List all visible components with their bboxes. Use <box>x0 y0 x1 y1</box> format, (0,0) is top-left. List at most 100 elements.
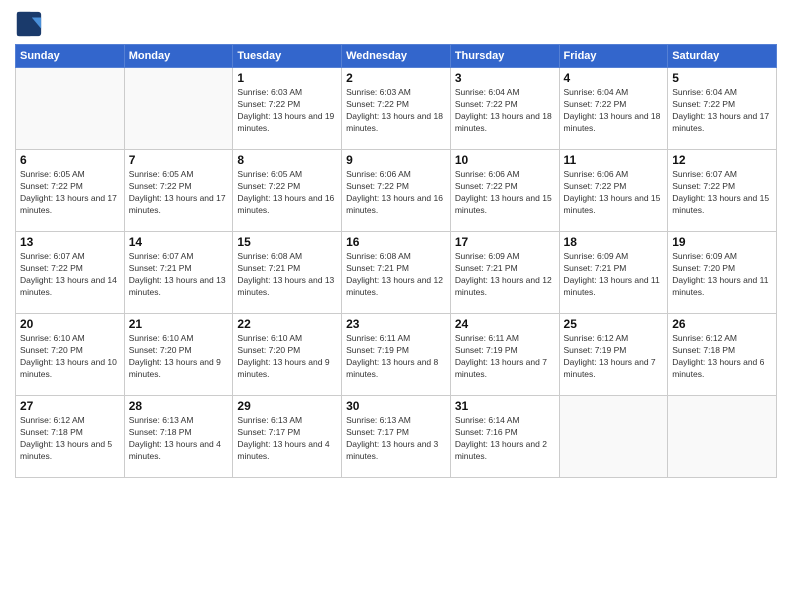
day-info: Sunrise: 6:12 AMSunset: 7:19 PMDaylight:… <box>564 333 664 381</box>
weekday-header-friday: Friday <box>559 45 668 68</box>
day-number: 13 <box>20 235 120 249</box>
calendar-cell <box>16 68 125 150</box>
calendar-cell: 13 Sunrise: 6:07 AMSunset: 7:22 PMDayligh… <box>16 232 125 314</box>
day-info: Sunrise: 6:13 AMSunset: 7:18 PMDaylight:… <box>129 415 229 463</box>
calendar-cell: 22Sunrise: 6:10 AMSunset: 7:20 PMDayligh… <box>233 314 342 396</box>
calendar-cell: 9 Sunrise: 6:06 AMSunset: 7:22 PMDaylight… <box>342 150 451 232</box>
day-info: Sunrise: 6:04 AMSunset: 7:22 PMDaylight:… <box>672 87 772 135</box>
day-info: Sunrise: 6:09 AMSunset: 7:20 PMDaylight:… <box>672 251 772 299</box>
calendar-cell: 1 Sunrise: 6:03 AMSunset: 7:22 PMDaylight… <box>233 68 342 150</box>
calendar-cell: 18 Sunrise: 6:09 AMSunset: 7:21 PMDayligh… <box>559 232 668 314</box>
calendar-cell: 20 Sunrise: 6:10 AMSunset: 7:20 PMDayligh… <box>16 314 125 396</box>
day-number: 3 <box>455 71 555 85</box>
day-number: 18 <box>564 235 664 249</box>
day-number: 6 <box>20 153 120 167</box>
day-info: Sunrise: 6:05 AMSunset: 7:22 PMDaylight:… <box>129 169 229 217</box>
calendar-cell: 3 Sunrise: 6:04 AMSunset: 7:22 PMDaylight… <box>450 68 559 150</box>
day-number: 22 <box>237 317 337 331</box>
calendar-cell: 8 Sunrise: 6:05 AMSunset: 7:22 PMDaylight… <box>233 150 342 232</box>
day-info: Sunrise: 6:06 AMSunset: 7:22 PMDaylight:… <box>346 169 446 217</box>
day-number: 17 <box>455 235 555 249</box>
week-row-4: 20 Sunrise: 6:10 AMSunset: 7:20 PMDayligh… <box>16 314 777 396</box>
day-number: 5 <box>672 71 772 85</box>
day-number: 16 <box>346 235 446 249</box>
day-info: Sunrise: 6:03 AMSunset: 7:22 PMDaylight:… <box>237 87 337 135</box>
calendar-cell: 29 Sunrise: 6:13 AMSunset: 7:17 PMDayligh… <box>233 396 342 478</box>
day-info: Sunrise: 6:12 AMSunset: 7:18 PMDaylight:… <box>672 333 772 381</box>
weekday-header-tuesday: Tuesday <box>233 45 342 68</box>
day-number: 27 <box>20 399 120 413</box>
day-info: Sunrise: 6:03 AMSunset: 7:22 PMDaylight:… <box>346 87 446 135</box>
calendar-cell: 14 Sunrise: 6:07 AMSunset: 7:21 PMDayligh… <box>124 232 233 314</box>
day-number: 11 <box>564 153 664 167</box>
calendar-cell: 27 Sunrise: 6:12 AMSunset: 7:18 PMDayligh… <box>16 396 125 478</box>
logo <box>15 10 47 38</box>
day-number: 25 <box>564 317 664 331</box>
day-number: 19 <box>672 235 772 249</box>
day-number: 1 <box>237 71 337 85</box>
calendar-cell <box>124 68 233 150</box>
day-number: 20 <box>20 317 120 331</box>
header <box>15 10 777 38</box>
day-info: Sunrise: 6:13 AMSunset: 7:17 PMDaylight:… <box>237 415 337 463</box>
logo-icon <box>15 10 43 38</box>
day-number: 8 <box>237 153 337 167</box>
weekday-row: SundayMondayTuesdayWednesdayThursdayFrid… <box>16 45 777 68</box>
calendar-cell: 15 Sunrise: 6:08 AMSunset: 7:21 PMDayligh… <box>233 232 342 314</box>
day-info: Sunrise: 6:06 AMSunset: 7:22 PMDaylight:… <box>455 169 555 217</box>
day-info: Sunrise: 6:10 AMSunset: 7:20 PMDaylight:… <box>129 333 229 381</box>
day-number: 26 <box>672 317 772 331</box>
calendar-cell <box>668 396 777 478</box>
day-number: 2 <box>346 71 446 85</box>
day-info: Sunrise: 6:07 AMSunset: 7:21 PMDaylight:… <box>129 251 229 299</box>
calendar-cell: 21 Sunrise: 6:10 AMSunset: 7:20 PMDayligh… <box>124 314 233 396</box>
calendar-cell: 10 Sunrise: 6:06 AMSunset: 7:22 PMDayligh… <box>450 150 559 232</box>
day-number: 14 <box>129 235 229 249</box>
calendar-cell: 12Sunrise: 6:07 AMSunset: 7:22 PMDayligh… <box>668 150 777 232</box>
day-number: 10 <box>455 153 555 167</box>
weekday-header-thursday: Thursday <box>450 45 559 68</box>
day-info: Sunrise: 6:11 AMSunset: 7:19 PMDaylight:… <box>346 333 446 381</box>
calendar-cell: 19 Sunrise: 6:09 AMSunset: 7:20 PMDayligh… <box>668 232 777 314</box>
day-info: Sunrise: 6:05 AMSunset: 7:22 PMDaylight:… <box>20 169 120 217</box>
day-number: 24 <box>455 317 555 331</box>
day-number: 31 <box>455 399 555 413</box>
calendar-cell: 31Sunrise: 6:14 AMSunset: 7:16 PMDayligh… <box>450 396 559 478</box>
calendar-cell: 23 Sunrise: 6:11 AMSunset: 7:19 PMDayligh… <box>342 314 451 396</box>
day-info: Sunrise: 6:13 AMSunset: 7:17 PMDaylight:… <box>346 415 446 463</box>
calendar-cell: 5 Sunrise: 6:04 AMSunset: 7:22 PMDaylight… <box>668 68 777 150</box>
week-row-3: 13 Sunrise: 6:07 AMSunset: 7:22 PMDayligh… <box>16 232 777 314</box>
weekday-header-wednesday: Wednesday <box>342 45 451 68</box>
calendar-body: 1 Sunrise: 6:03 AMSunset: 7:22 PMDaylight… <box>16 68 777 478</box>
day-number: 7 <box>129 153 229 167</box>
day-number: 21 <box>129 317 229 331</box>
day-info: Sunrise: 6:12 AMSunset: 7:18 PMDaylight:… <box>20 415 120 463</box>
day-info: Sunrise: 6:09 AMSunset: 7:21 PMDaylight:… <box>455 251 555 299</box>
calendar-cell: 28 Sunrise: 6:13 AMSunset: 7:18 PMDayligh… <box>124 396 233 478</box>
day-number: 28 <box>129 399 229 413</box>
page: SundayMondayTuesdayWednesdayThursdayFrid… <box>0 0 792 612</box>
calendar-cell: 7 Sunrise: 6:05 AMSunset: 7:22 PMDaylight… <box>124 150 233 232</box>
day-number: 29 <box>237 399 337 413</box>
week-row-2: 6 Sunrise: 6:05 AMSunset: 7:22 PMDaylight… <box>16 150 777 232</box>
day-info: Sunrise: 6:08 AMSunset: 7:21 PMDaylight:… <box>237 251 337 299</box>
day-info: Sunrise: 6:05 AMSunset: 7:22 PMDaylight:… <box>237 169 337 217</box>
day-info: Sunrise: 6:07 AMSunset: 7:22 PMDaylight:… <box>20 251 120 299</box>
calendar-cell: 26 Sunrise: 6:12 AMSunset: 7:18 PMDayligh… <box>668 314 777 396</box>
day-number: 30 <box>346 399 446 413</box>
calendar-cell: 11 Sunrise: 6:06 AMSunset: 7:22 PMDayligh… <box>559 150 668 232</box>
weekday-header-sunday: Sunday <box>16 45 125 68</box>
day-number: 23 <box>346 317 446 331</box>
day-info: Sunrise: 6:06 AMSunset: 7:22 PMDaylight:… <box>564 169 664 217</box>
day-info: Sunrise: 6:09 AMSunset: 7:21 PMDaylight:… <box>564 251 664 299</box>
calendar-cell: 24Sunrise: 6:11 AMSunset: 7:19 PMDayligh… <box>450 314 559 396</box>
day-number: 4 <box>564 71 664 85</box>
calendar-cell: 16Sunrise: 6:08 AMSunset: 7:21 PMDayligh… <box>342 232 451 314</box>
day-info: Sunrise: 6:10 AMSunset: 7:20 PMDaylight:… <box>20 333 120 381</box>
day-number: 15 <box>237 235 337 249</box>
day-info: Sunrise: 6:04 AMSunset: 7:22 PMDaylight:… <box>455 87 555 135</box>
day-number: 9 <box>346 153 446 167</box>
calendar-cell: 6 Sunrise: 6:05 AMSunset: 7:22 PMDaylight… <box>16 150 125 232</box>
weekday-header-saturday: Saturday <box>668 45 777 68</box>
calendar-cell: 30 Sunrise: 6:13 AMSunset: 7:17 PMDayligh… <box>342 396 451 478</box>
